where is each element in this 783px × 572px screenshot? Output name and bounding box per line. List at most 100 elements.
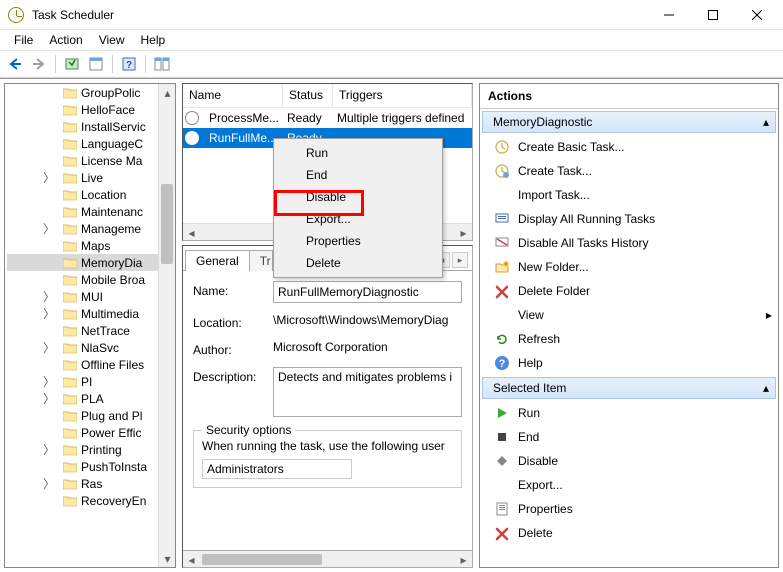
tree-item[interactable]: 〉Multimedia [7, 305, 175, 322]
expander-icon[interactable]: 〉 [43, 393, 55, 405]
toolbar-btn-2[interactable] [85, 53, 107, 75]
action-new-folder[interactable]: New Folder... [480, 255, 778, 279]
menu-view[interactable]: View [91, 31, 133, 49]
expander-icon[interactable]: 〉 [43, 291, 55, 303]
folder-icon [63, 376, 77, 388]
toolbar-btn-3[interactable] [151, 53, 173, 75]
action-refresh[interactable]: Refresh [480, 327, 778, 351]
tree-item[interactable]: InstallServic [7, 118, 175, 135]
collapse-icon[interactable]: ▴ [763, 115, 769, 129]
toolbar-btn-1[interactable] [61, 53, 83, 75]
col-name[interactable]: Name [183, 84, 283, 107]
context-delete[interactable]: Delete [276, 252, 440, 274]
tab-general[interactable]: General [185, 250, 250, 271]
action-run[interactable]: Run [480, 401, 778, 425]
tree-item[interactable]: Offline Files [7, 356, 175, 373]
context-end[interactable]: End [276, 164, 440, 186]
context-disable[interactable]: Disable [276, 186, 440, 208]
minimize-button[interactable] [647, 1, 691, 29]
action-create[interactable]: Create Task... [480, 159, 778, 183]
cell-status: Ready [281, 111, 331, 125]
tree-item[interactable]: GroupPolic [7, 84, 175, 101]
col-triggers[interactable]: Triggers [333, 84, 472, 107]
expander-icon[interactable]: 〉 [43, 478, 55, 490]
action-view[interactable]: View▸ [480, 303, 778, 327]
action-disable-hist[interactable]: Disable All Tasks History [480, 231, 778, 255]
action-label: Create Task... [518, 164, 592, 178]
tree-item[interactable]: RecoveryEn [7, 492, 175, 509]
tree-item-label: MemoryDia [81, 256, 142, 270]
col-status[interactable]: Status [283, 84, 333, 107]
tab-triggers-clipped[interactable]: Tr [249, 250, 273, 271]
tree-item[interactable]: Plug and Pl [7, 407, 175, 424]
tree-item[interactable]: PushToInsta [7, 458, 175, 475]
action-label: Help [518, 356, 543, 370]
maximize-button[interactable] [691, 1, 735, 29]
action-end[interactable]: End [480, 425, 778, 449]
tree-item[interactable]: MemoryDia [7, 254, 175, 271]
expander-icon[interactable]: 〉 [43, 172, 55, 184]
action-create-basic[interactable]: Create Basic Task... [480, 135, 778, 159]
tree-item[interactable]: 〉PI [7, 373, 175, 390]
tree-item-label: PushToInsta [81, 460, 147, 474]
details-hscroll[interactable]: ◂▸ [183, 550, 472, 567]
actions-group-memorydiagnostic[interactable]: MemoryDiagnostic ▴ [482, 111, 776, 133]
tree-item[interactable]: 〉MUI [7, 288, 175, 305]
menu-action[interactable]: Action [41, 31, 90, 49]
action-import[interactable]: Import Task... [480, 183, 778, 207]
expander-icon[interactable]: 〉 [43, 444, 55, 456]
tree-item[interactable]: 〉Ras [7, 475, 175, 492]
expander-icon[interactable]: 〉 [43, 308, 55, 320]
delete-icon [494, 525, 510, 541]
action-disable[interactable]: Disable [480, 449, 778, 473]
actions-group-selecteditem[interactable]: Selected Item ▴ [482, 377, 776, 399]
action-export[interactable]: Export... [480, 473, 778, 497]
tree-item[interactable]: Maps [7, 237, 175, 254]
context-export[interactable]: Export... [276, 208, 440, 230]
tree-item[interactable]: Mobile Broa [7, 271, 175, 288]
tree-item[interactable]: 〉PLA [7, 390, 175, 407]
expander-icon[interactable]: 〉 [43, 342, 55, 354]
folder-icon [63, 121, 77, 133]
menu-help[interactable]: Help [133, 31, 174, 49]
description-field[interactable] [273, 367, 462, 417]
export-icon [494, 477, 510, 493]
action-label: New Folder... [518, 260, 589, 274]
tree-item[interactable]: Power Effic [7, 424, 175, 441]
expander-icon[interactable]: 〉 [43, 376, 55, 388]
toolbar-help-button[interactable]: ? [118, 53, 140, 75]
tree-item-label: Power Effic [81, 426, 141, 440]
action-display[interactable]: Display All Running Tasks [480, 207, 778, 231]
expander-icon[interactable]: 〉 [43, 223, 55, 235]
tree-item[interactable]: Maintenanc [7, 203, 175, 220]
tree-scrollbar[interactable]: ▴ ▾ [158, 84, 175, 567]
tree-item[interactable]: License Ma [7, 152, 175, 169]
tree-item-label: HelloFace [81, 103, 135, 117]
tree-item[interactable]: NetTrace [7, 322, 175, 339]
action-delete[interactable]: Delete [480, 521, 778, 545]
action-delete-folder[interactable]: Delete Folder [480, 279, 778, 303]
tree-item[interactable]: HelloFace [7, 101, 175, 118]
action-help[interactable]: ?Help [480, 351, 778, 375]
security-legend: Security options [202, 423, 295, 437]
folder-icon [63, 393, 77, 405]
name-field[interactable] [273, 281, 462, 303]
context-properties[interactable]: Properties [276, 230, 440, 252]
tree-item[interactable]: 〉Printing [7, 441, 175, 458]
nav-back-button[interactable] [4, 53, 26, 75]
nav-forward-button[interactable] [28, 53, 50, 75]
tree-item[interactable]: LanguageC [7, 135, 175, 152]
tree-item[interactable]: Location [7, 186, 175, 203]
properties-icon [494, 501, 510, 517]
create-basic-icon [494, 139, 510, 155]
menu-file[interactable]: File [6, 31, 41, 49]
tree-item[interactable]: 〉Live [7, 169, 175, 186]
task-row[interactable]: ProcessMe...ReadyMultiple triggers defin… [183, 108, 472, 128]
tree-item[interactable]: 〉Manageme [7, 220, 175, 237]
close-button[interactable] [735, 1, 779, 29]
tab-scroll-right[interactable]: ▸ [452, 252, 468, 268]
action-properties[interactable]: Properties [480, 497, 778, 521]
collapse-icon[interactable]: ▴ [763, 381, 769, 395]
context-run[interactable]: Run [276, 142, 440, 164]
tree-item[interactable]: 〉NlaSvc [7, 339, 175, 356]
